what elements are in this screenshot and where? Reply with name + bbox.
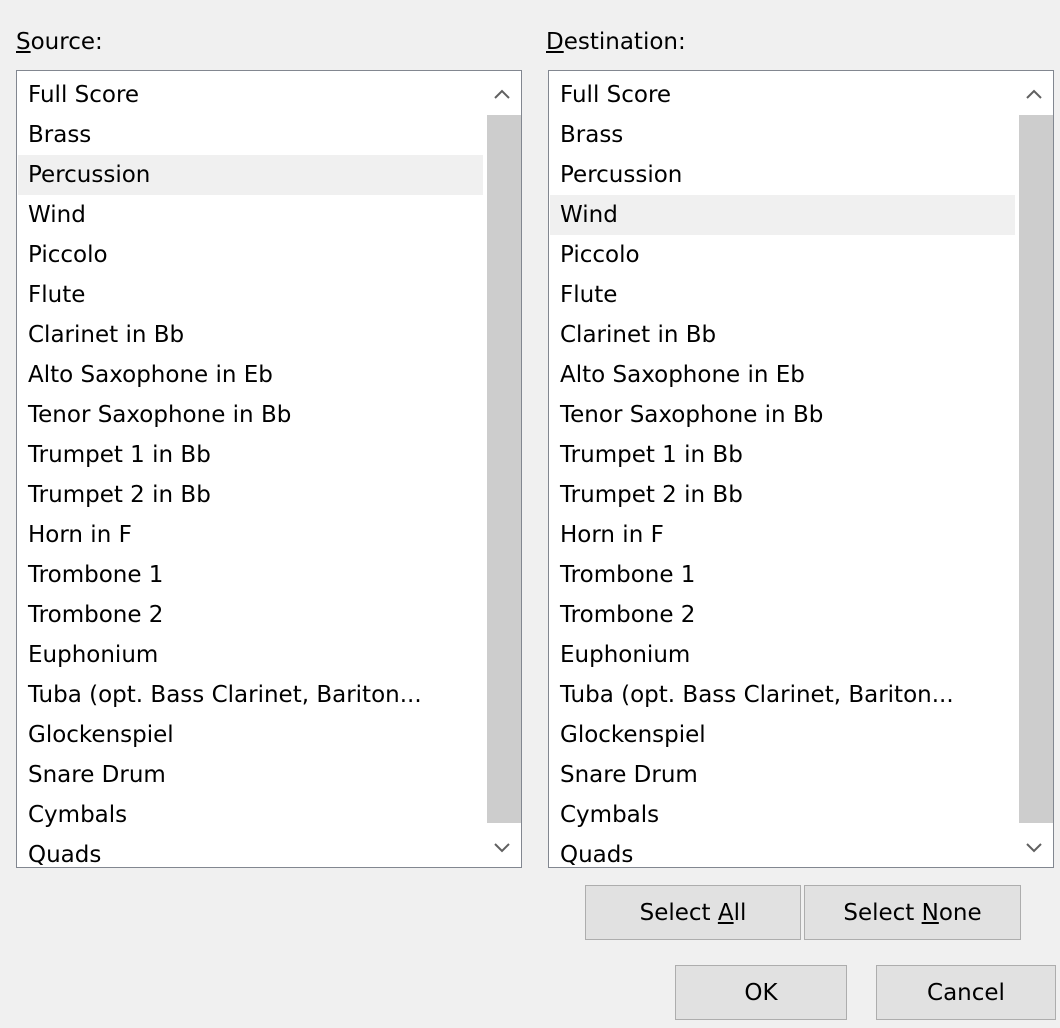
chevron-up-icon[interactable] <box>483 75 521 113</box>
list-item[interactable]: Brass <box>550 115 1016 155</box>
list-item[interactable]: Quads <box>18 835 484 867</box>
select-none-prefix: Select <box>843 899 922 926</box>
list-item[interactable]: Piccolo <box>18 235 484 275</box>
list-item[interactable]: Euphonium <box>18 635 484 675</box>
ok-button[interactable]: OK <box>675 965 847 1020</box>
select-all-prefix: Select <box>639 899 718 926</box>
list-item[interactable]: Trombone 2 <box>550 595 1016 635</box>
list-item[interactable]: Cymbals <box>18 795 484 835</box>
list-item[interactable]: Wind <box>18 195 484 235</box>
list-item[interactable]: Percussion <box>550 155 1016 195</box>
list-item[interactable]: Alto Saxophone in Eb <box>550 355 1016 395</box>
list-item[interactable]: Tuba (opt. Bass Clarinet, Bariton... <box>18 675 484 715</box>
destination-listbox[interactable]: Full Score Brass Percussion Wind Piccolo Flut… <box>548 70 1054 868</box>
list-item[interactable]: Trombone 1 <box>18 555 484 595</box>
list-item[interactable]: Trombone 2 <box>18 595 484 635</box>
list-item[interactable]: Trumpet 1 in Bb <box>18 435 484 475</box>
list-item[interactable]: Horn in F <box>18 515 484 555</box>
source-label: Source: <box>16 26 103 58</box>
list-item[interactable]: Clarinet in Bb <box>18 315 484 355</box>
destination-scrollbar[interactable] <box>1015 71 1053 867</box>
list-item[interactable]: Horn in F <box>550 515 1016 555</box>
list-item[interactable]: Cymbals <box>550 795 1016 835</box>
select-none-button[interactable]: Select None <box>804 885 1021 940</box>
source-label-text: ource: <box>30 29 103 55</box>
destination-scroll-thumb[interactable] <box>1019 115 1053 823</box>
list-item[interactable]: Glockenspiel <box>18 715 484 755</box>
source-scroll-thumb[interactable] <box>487 115 521 823</box>
source-scrollbar[interactable] <box>483 71 521 867</box>
list-item[interactable]: Piccolo <box>550 235 1016 275</box>
list-item[interactable]: Full Score <box>550 75 1016 115</box>
list-item[interactable]: Snare Drum <box>550 755 1016 795</box>
list-item[interactable]: Brass <box>18 115 484 155</box>
select-all-suffix: ll <box>733 899 747 926</box>
list-item[interactable]: Euphonium <box>550 635 1016 675</box>
destination-label-mnemonic: D <box>546 29 564 55</box>
list-item[interactable]: Percussion <box>18 155 484 195</box>
select-all-mnemonic: A <box>717 899 734 926</box>
list-item[interactable]: Trumpet 2 in Bb <box>18 475 484 515</box>
select-none-mnemonic: N <box>921 899 939 926</box>
list-item[interactable]: Tuba (opt. Bass Clarinet, Bariton... <box>550 675 1016 715</box>
list-item[interactable]: Tenor Saxophone in Bb <box>550 395 1016 435</box>
destination-label-text: estination: <box>563 29 686 55</box>
list-item[interactable]: Wind <box>550 195 1016 235</box>
list-item[interactable]: Flute <box>18 275 484 315</box>
destination-label: Destination: <box>546 26 686 58</box>
source-listbox[interactable]: Full Score Brass Percussion Wind Piccolo Flut… <box>16 70 522 868</box>
list-item[interactable]: Clarinet in Bb <box>550 315 1016 355</box>
list-item[interactable]: Trumpet 1 in Bb <box>550 435 1016 475</box>
list-item[interactable]: Tenor Saxophone in Bb <box>18 395 484 435</box>
cancel-button[interactable]: Cancel <box>876 965 1056 1020</box>
chevron-up-icon[interactable] <box>1015 75 1053 113</box>
list-item[interactable]: Trumpet 2 in Bb <box>550 475 1016 515</box>
destination-items: Full Score Brass Percussion Wind Piccolo Flut… <box>550 75 1016 867</box>
source-items: Full Score Brass Percussion Wind Piccolo Flut… <box>18 75 484 867</box>
list-item[interactable]: Glockenspiel <box>550 715 1016 755</box>
list-item[interactable]: Alto Saxophone in Eb <box>18 355 484 395</box>
list-item[interactable]: Flute <box>550 275 1016 315</box>
select-all-button[interactable]: Select All <box>585 885 801 940</box>
chevron-down-icon[interactable] <box>483 829 521 867</box>
list-item[interactable]: Snare Drum <box>18 755 484 795</box>
list-item[interactable]: Trombone 1 <box>550 555 1016 595</box>
chevron-down-icon[interactable] <box>1015 829 1053 867</box>
select-none-suffix: one <box>938 899 982 926</box>
source-label-mnemonic: S <box>16 29 31 55</box>
list-item[interactable]: Quads <box>550 835 1016 867</box>
list-item[interactable]: Full Score <box>18 75 484 115</box>
